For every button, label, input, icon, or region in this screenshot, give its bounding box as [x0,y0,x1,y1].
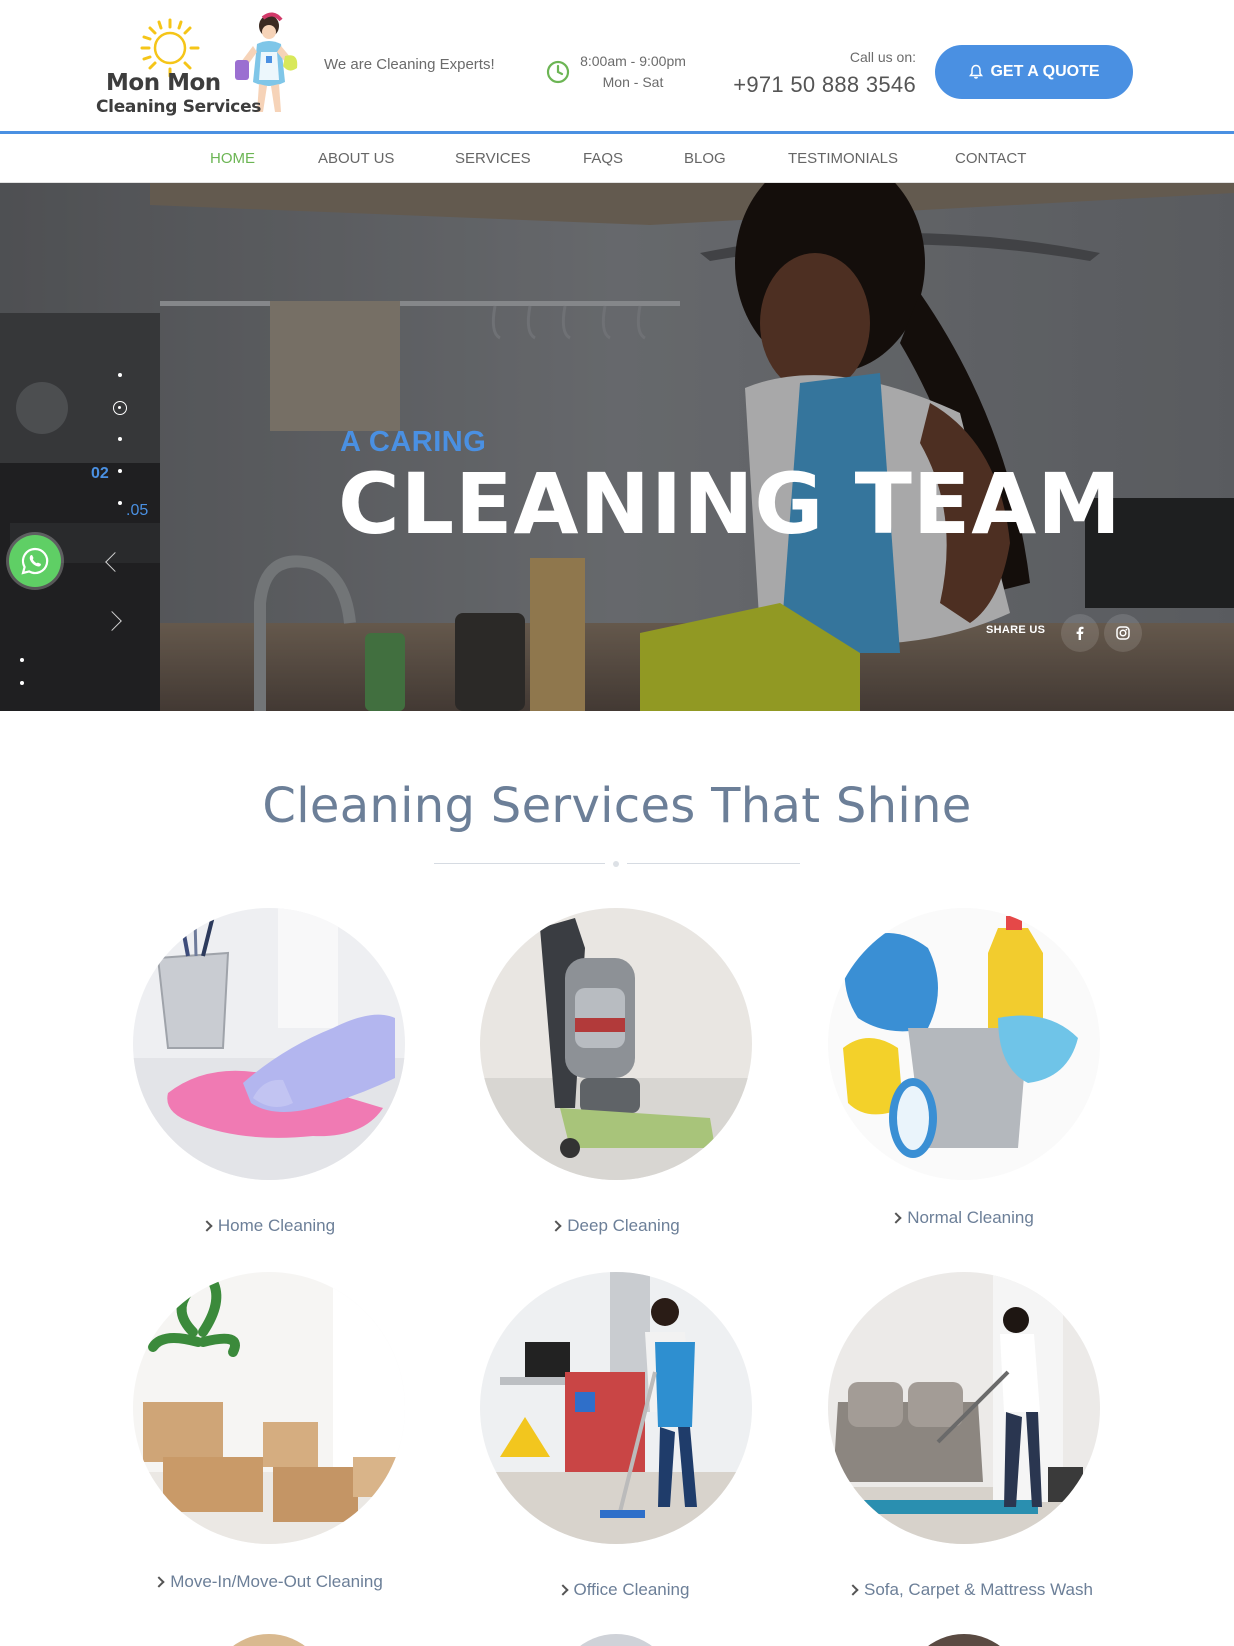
share-label: SHARE US [986,624,1046,636]
hero-kitchen-photo [0,183,1234,711]
chevron-right-icon [556,1584,569,1596]
service-image-sofa-carpet-mattress[interactable] [828,1272,1100,1544]
hours-time: 8:00am - 9:00pm [580,53,686,69]
whatsapp-icon [21,547,49,575]
home-cleaning-photo [133,908,405,1180]
service-link-home-cleaning[interactable]: Home Cleaning [119,1216,419,1236]
heading-divider-right [627,863,800,864]
hero-slider: 02 .05 A CARING CLEANING TEAM SHARE US [0,183,1234,711]
logo-subtitle: Cleaning Services [96,97,262,117]
sofa-cleaning-photo [828,1272,1100,1544]
logo-title: Mon Mon [106,70,221,96]
office-cleaning-photo [480,1272,752,1544]
deep-cleaning-photo [480,908,752,1180]
slide-dot[interactable] [118,469,122,473]
whatsapp-button[interactable] [9,535,61,587]
slider-pagination [110,373,150,673]
service-link-deep-cleaning[interactable]: Deep Cleaning [466,1216,766,1236]
chevron-right-icon [890,1212,902,1224]
facebook-icon [1076,626,1084,640]
service-image-office-cleaning[interactable] [480,1272,752,1544]
nav-blog[interactable]: BLOG [684,150,726,167]
service-image-normal-cleaning[interactable] [828,908,1100,1180]
moving-boxes-photo [133,1272,405,1544]
chevron-right-icon [847,1584,859,1596]
service-label: Move-In/Move-Out Cleaning [170,1572,383,1591]
clock-icon [546,60,570,84]
service-label: Normal Cleaning [907,1208,1034,1227]
slide-dot[interactable] [118,373,122,377]
nav-services[interactable]: SERVICES [455,150,531,167]
service-image-home-cleaning[interactable] [133,908,405,1180]
service-label: Sofa, Carpet & Mattress Wash [864,1580,1093,1599]
nav-about-us[interactable]: ABOUT US [318,150,394,167]
heading-divider-dot [613,861,619,867]
instagram-button[interactable] [1104,614,1142,652]
service-label: Home Cleaning [217,1216,336,1235]
normal-cleaning-photo [828,908,1100,1180]
chevron-right-icon [550,1220,562,1232]
hero-title: CLEANING TEAM [338,455,1122,553]
services-heading: Cleaning Services That Shine [262,778,972,834]
chevron-right-icon [201,1220,213,1232]
tagline: We are Cleaning Experts! [324,56,495,73]
instagram-icon [1116,626,1130,640]
service-image-peek [209,1634,329,1646]
service-link-sofa-carpet-mattress[interactable]: Sofa, Carpet & Mattress Wash [821,1580,1121,1600]
service-label: Deep Cleaning [567,1216,680,1235]
service-image-move-in-move-out[interactable] [133,1272,405,1544]
site-logo[interactable]: Mon Mon Cleaning Services [92,12,304,122]
facebook-button[interactable] [1061,614,1099,652]
nav-testimonials[interactable]: TESTIMONIALS [788,150,898,167]
business-hours: 8:00am - 9:00pm Mon - Sat [575,51,691,93]
service-image-peek [904,1634,1024,1646]
nav-faqs[interactable]: FAQS [583,150,623,167]
main-nav: HOME ABOUT US SERVICES FAQS BLOG TESTIMO… [0,131,1234,183]
slide-dot[interactable] [118,437,122,441]
call-label: Call us on: [849,49,916,65]
nav-home[interactable]: HOME [210,150,255,167]
slide-total-number: .05 [126,502,149,519]
get-a-quote-button[interactable]: GET A QUOTE [935,45,1133,99]
site-header: Mon Mon Cleaning Services We are Cleanin… [0,0,1234,131]
slide-current-number: 02 [91,465,109,482]
get-a-quote-label: GET A QUOTE [990,63,1100,80]
service-link-move-in-move-out[interactable]: Move-In/Move-Out Cleaning [119,1572,419,1592]
sun-icon [140,18,200,78]
slide-dot[interactable] [118,501,122,505]
service-link-office-cleaning[interactable]: Office Cleaning [474,1580,774,1600]
hours-days: Mon - Sat [602,74,664,90]
service-link-normal-cleaning[interactable]: Normal Cleaning [813,1208,1113,1228]
service-label: Office Cleaning [573,1580,690,1599]
phone-number[interactable]: +971 50 888 3546 [720,72,916,98]
decor-dot [20,681,24,685]
slide-dot-active[interactable] [113,401,127,415]
bell-icon [969,64,984,79]
chevron-right-icon [153,1576,165,1588]
service-image-peek [556,1634,676,1646]
heading-divider-left [434,863,605,864]
service-image-deep-cleaning[interactable] [480,908,752,1180]
nav-contact[interactable]: CONTACT [955,150,1026,167]
decor-dot [20,658,24,662]
